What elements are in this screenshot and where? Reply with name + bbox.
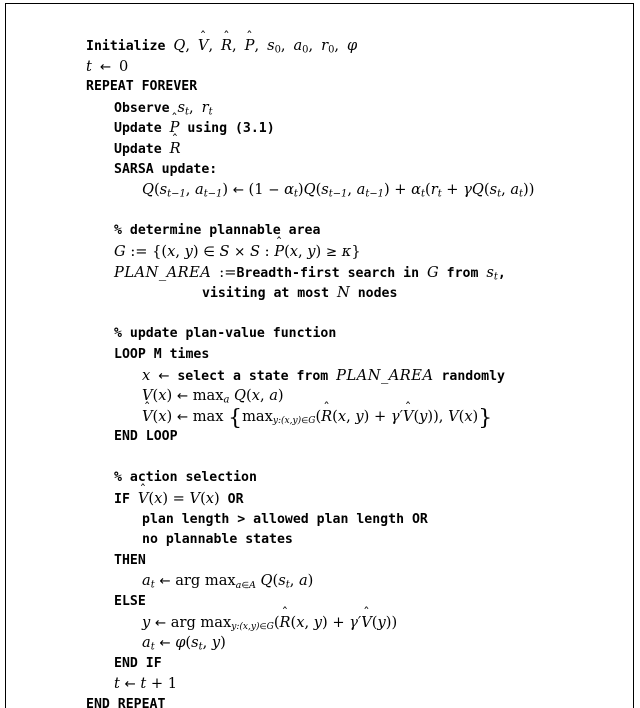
pseudocode-line-t-init: t ← 0 xyxy=(86,57,129,75)
pseudocode-line-plan-area-continuation: visiting at most N nodes xyxy=(202,284,398,302)
pseudocode-blank-2 xyxy=(86,304,626,325)
pseudocode-line-update-p: Update Pˆ using (3.1) xyxy=(114,112,275,137)
pseudocode-line-loop-m: LOOP M times xyxy=(114,346,210,362)
pseudocode-blank-1 xyxy=(86,201,626,222)
pseudocode-line-end-loop: END LOOP xyxy=(114,429,178,445)
pseudocode-line-repeat-forever: REPEAT FOREVER xyxy=(86,79,198,95)
pseudocode-line-then-body: at ← arg maxa∈A Q(st, a) xyxy=(142,572,314,592)
pseudocode-line-g-definition: G := {(x, y) ∈ S × S : P ˆ (x, y) ≥ κ} xyxy=(114,235,361,260)
pseudocode-line-if-condition-3: no plannable states xyxy=(142,532,293,548)
pseudocode-line-end-repeat: END REPEAT xyxy=(86,697,166,708)
pseudocode-blank-3 xyxy=(86,448,626,469)
pseudocode-line-comment-plan-value: % update plan-value function xyxy=(114,326,337,342)
pseudocode-line-sarsa-formula: Q(st−1, at−1) ← (1 − αt)Q(st−1, at−1) + … xyxy=(142,181,535,200)
pseudocode-line-else: ELSE xyxy=(114,594,146,610)
pseudocode-line-end-if: END IF xyxy=(114,655,162,671)
pseudocode-line-if-condition: IF V ˆ (x) = V(x) OR xyxy=(114,482,244,508)
pseudocode-line-v-update: V(x) ← maxa Q(x, a) xyxy=(142,387,284,406)
pseudocode-line-update-r: Update Rˆ xyxy=(114,132,181,157)
pseudocode-line-t-increment: t ← t + 1 xyxy=(114,675,178,693)
pseudocode-line-init: Initialize Q, Vˆ, Rˆ, Pˆ, s0, a0, r0, φ xyxy=(86,29,358,56)
pseudocode-line-comment-plannable-area: % determine plannable area xyxy=(114,223,321,239)
pseudocode-line-select-state: x ← select a state from PLAN_AREA random… xyxy=(142,366,505,384)
pseudocode-line-vhat-update: V ˆ (x) ← max {maxy:(x,y)∈G(R ˆ (x, y) + γ′V… xyxy=(142,400,493,431)
algorithm-figure: Initialize Q, Vˆ, Rˆ, Pˆ, s0, a0, r0, φ … xyxy=(0,0,640,708)
algorithm-pseudocode-body: Initialize Q, Vˆ, Rˆ, Pˆ, s0, a0, r0, φ … xyxy=(86,29,626,708)
pseudocode-line-plan-area: PLAN_AREA :=Breadth-first search in G fr… xyxy=(114,263,506,283)
pseudocode-line-then: THEN xyxy=(114,552,146,568)
pseudocode-line-comment-action-selection: % action selection xyxy=(114,470,257,486)
pseudocode-line-else-body-1: y ← arg maxy:(x,y)∈G(R ˆ (x, y) + γ′V ˆ (y)) xyxy=(142,606,398,632)
pseudocode-line-if-condition-2: plan length > allowed plan length OR xyxy=(142,511,428,527)
pseudocode-line-observe: Observe st, rt xyxy=(114,98,213,118)
pseudocode-line-sarsa-label: SARSA update: xyxy=(114,161,218,177)
pseudocode-line-else-body-2: at ← φ(st, y) xyxy=(142,634,226,653)
